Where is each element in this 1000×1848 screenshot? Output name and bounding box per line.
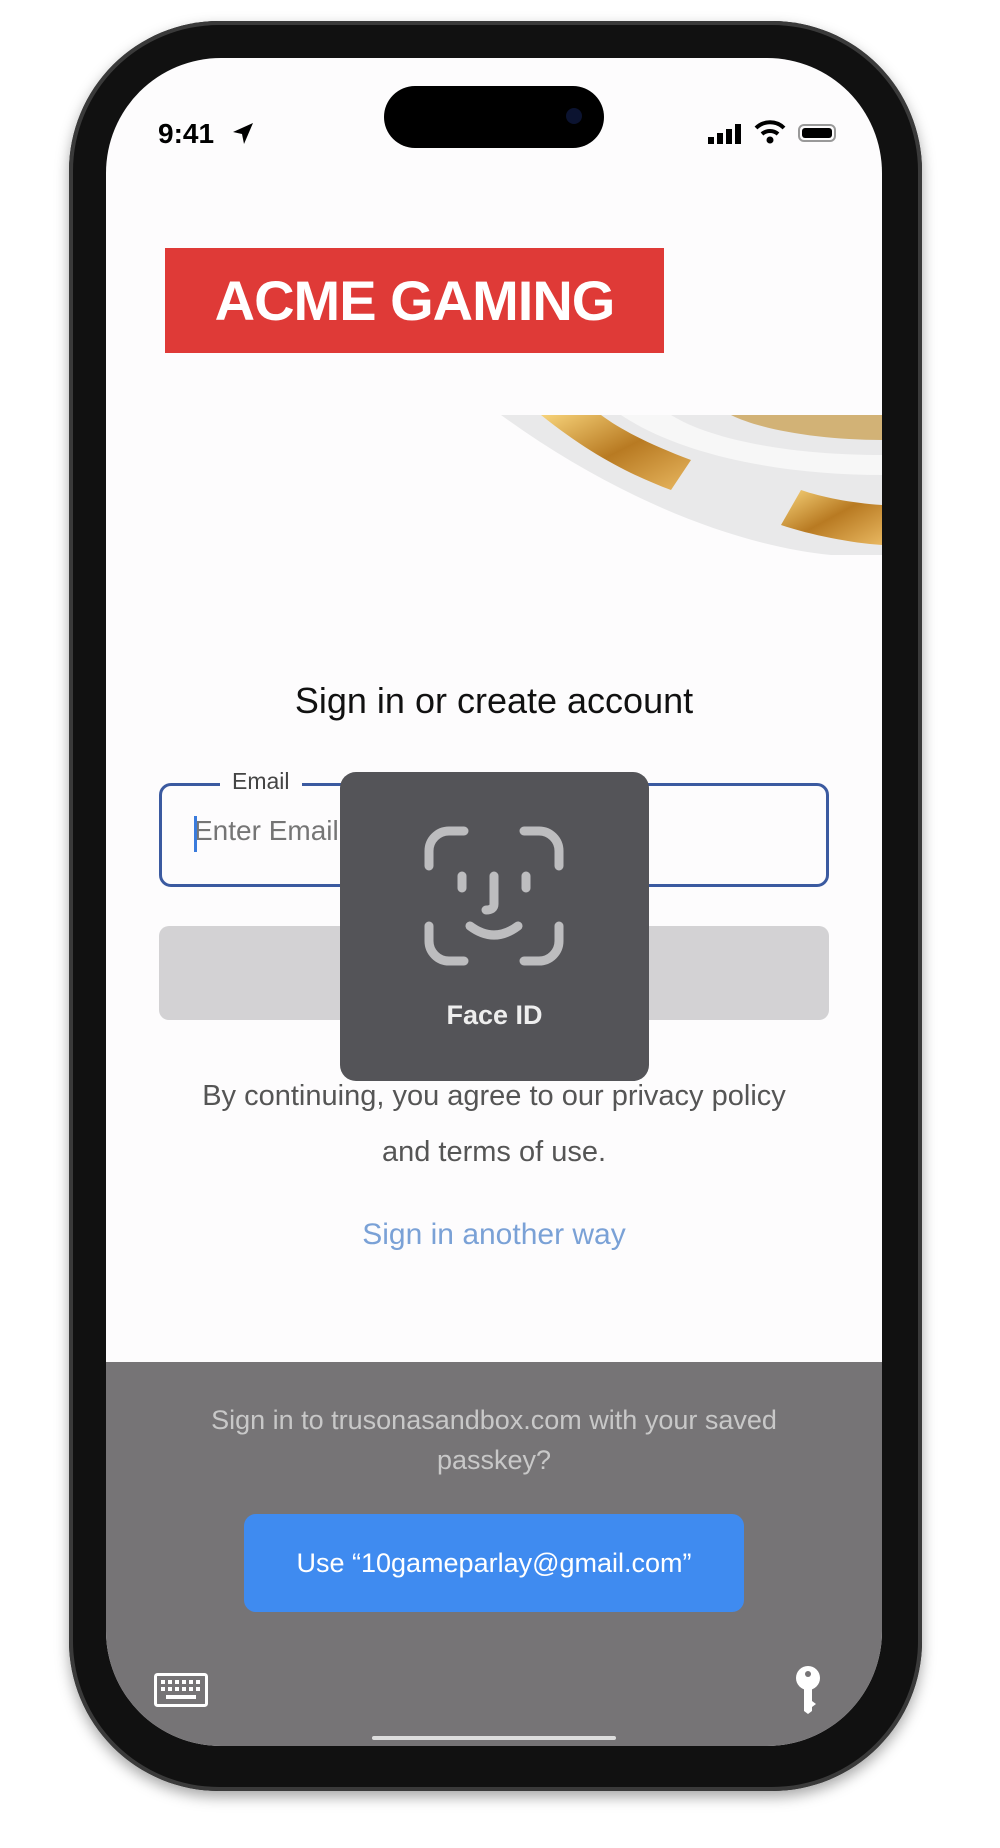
- casino-chip-image: [501, 415, 882, 555]
- passkey-sheet: Sign in to trusonasandbox.com with your …: [106, 1362, 882, 1746]
- key-icon[interactable]: [795, 1665, 821, 1715]
- passkey-prompt: Sign in to trusonasandbox.com with your …: [211, 1405, 777, 1475]
- terms-text: By continuing, you agree to our privacy …: [146, 1068, 842, 1180]
- terms-line-2: and terms of use.: [381, 1136, 607, 1168]
- dynamic-island: [384, 86, 604, 148]
- location-arrow-icon: [233, 123, 253, 144]
- page-title: Sign in or create account: [294, 680, 694, 721]
- cellular-signal-icon: [708, 124, 741, 144]
- terms-line-1: By continuing, you agree to our privacy …: [202, 1080, 786, 1112]
- face-id-icon: [424, 826, 564, 966]
- battery-icon: [798, 124, 836, 142]
- camera-icon: [566, 108, 582, 124]
- use-passkey-button[interactable]: Use “10gameparlay@gmail.com”: [244, 1514, 744, 1612]
- status-time: 9:41: [158, 118, 215, 149]
- text-caret: [194, 816, 197, 852]
- keyboard-icon[interactable]: [154, 1673, 208, 1707]
- phone-screen: 9:41 ACME GAMING Sign in or create accou…: [106, 58, 882, 1746]
- face-id-overlay: Face ID: [340, 772, 649, 1081]
- face-id-label: Face ID: [446, 1000, 543, 1030]
- email-label: Email: [220, 768, 302, 795]
- sign-in-another-way-link[interactable]: Sign in another way: [106, 1218, 882, 1252]
- brand-logo: ACME GAMING: [165, 248, 664, 353]
- home-indicator: [372, 1736, 616, 1740]
- wifi-icon: [754, 120, 786, 144]
